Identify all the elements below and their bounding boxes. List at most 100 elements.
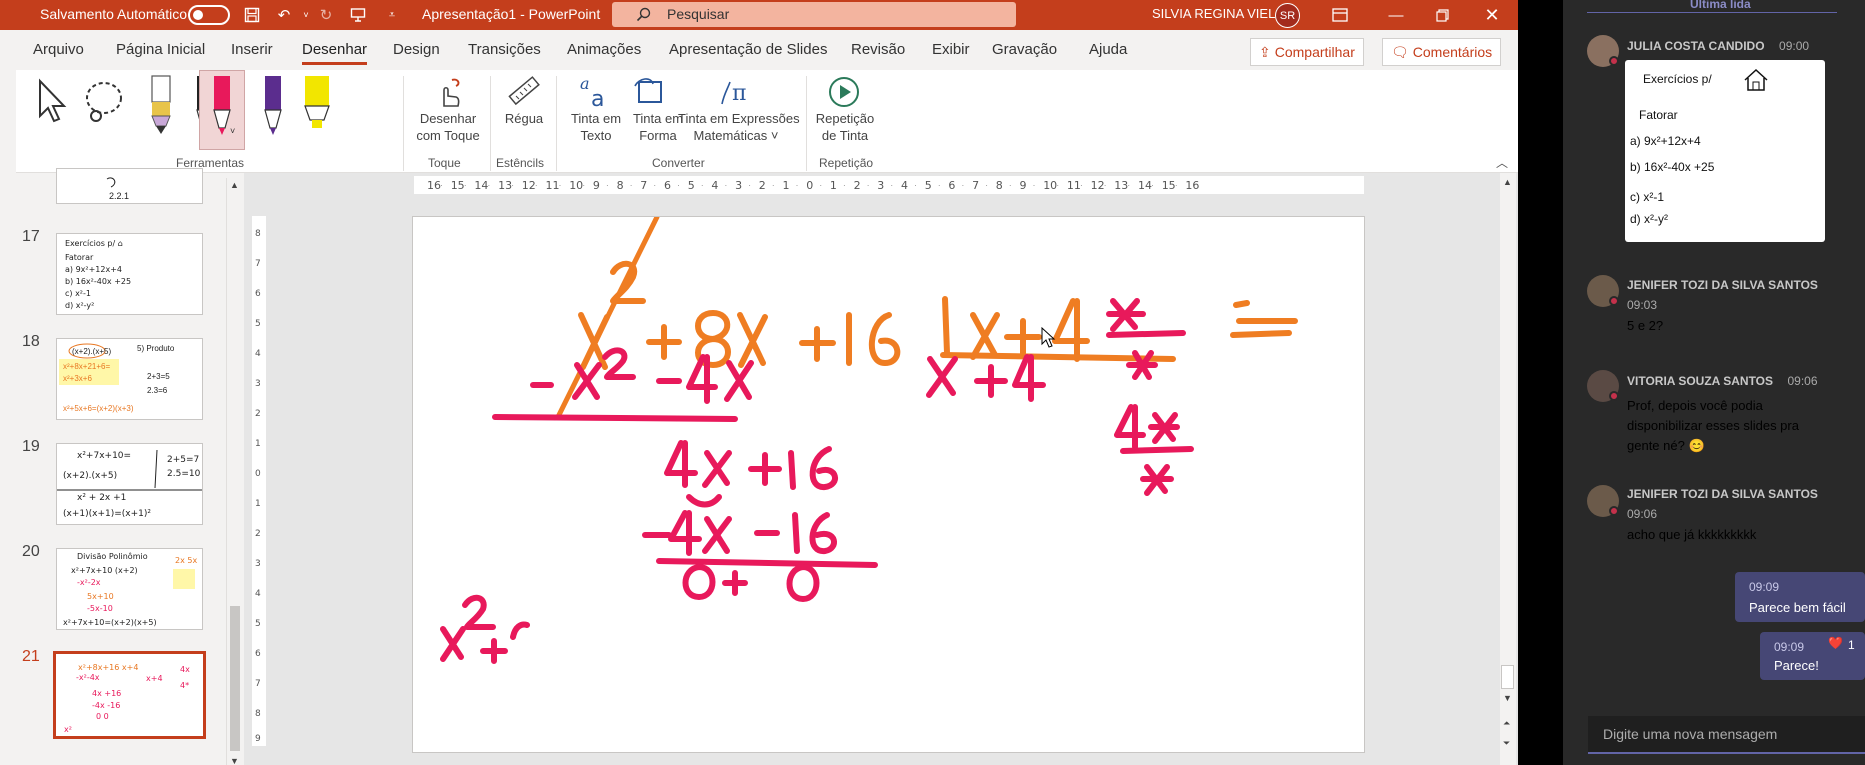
ruler-number: 4: [711, 179, 718, 192]
pencil-tool-icon[interactable]: [142, 74, 180, 136]
message-time: 09:09: [1749, 580, 1780, 594]
purple-pen-icon[interactable]: [254, 74, 292, 136]
tab-gravacao[interactable]: Gravação: [992, 41, 1057, 58]
svg-text:7: 7: [255, 259, 261, 269]
svg-text:d) x²-y²: d) x²-y²: [65, 301, 94, 310]
svg-text:-x²-2x: -x²-2x: [77, 578, 101, 587]
tab-transicoes[interactable]: Transições: [468, 41, 541, 58]
svg-text:5: 5: [255, 619, 261, 629]
ruler-tick: ·: [1033, 180, 1036, 190]
highlighter-icon[interactable]: [298, 74, 336, 136]
own-message-2: 09:09 ❤️ 1 Parece!: [1760, 632, 1865, 680]
ruler-number: 3: [735, 179, 742, 192]
ink-text-line2: Texto: [580, 128, 612, 143]
slide-thumbnail-18[interactable]: (x+2).(x+5) x²+8x+21+6= x²+3x+6 5) Produto 2…: [56, 338, 203, 420]
previous-slide-icon[interactable]: ⏶: [1503, 718, 1510, 729]
redo-icon[interactable]: ↻: [314, 3, 338, 27]
ruler-tick: ·: [630, 180, 633, 190]
tab-exibir[interactable]: Exibir: [932, 41, 970, 58]
present-icon[interactable]: [346, 3, 370, 27]
scroll-down-icon[interactable]: ▼: [230, 756, 239, 765]
ink-math-line1: Tinta em Expressões: [678, 111, 800, 126]
ink-1b: [788, 450, 796, 490]
heart-reaction-icon[interactable]: ❤️: [1828, 636, 1843, 650]
message-text-line: gente né? 😊: [1627, 438, 1705, 453]
slide-thumbnail-19[interactable]: x²+7x+10= (x+2).(x+5) x² + 2x +1 (x+1)(x+1)…: [56, 443, 203, 525]
ink-x-quotient: [926, 356, 958, 398]
scroll-up-icon[interactable]: ▲: [230, 180, 239, 190]
avatar[interactable]: SR: [1275, 3, 1300, 28]
draw-touch-button[interactable]: Desenhar com Toque: [408, 110, 488, 144]
slide-thumbnail-17[interactable]: Exercícios p/ ⌂ Fatorar a) 9x²+12x+4 b) 16x…: [56, 233, 203, 315]
collapse-ribbon-icon[interactable]: ︿: [1496, 154, 1508, 171]
ruler-number: 5: [688, 179, 695, 192]
tab-inserir[interactable]: Inserir: [231, 41, 273, 58]
slide-canvas[interactable]: [412, 214, 1365, 753]
svg-text:a) 9x²+12x+4: a) 9x²+12x+4: [65, 265, 122, 274]
ruler-tick: ·: [1056, 180, 1059, 190]
scroll-down-icon[interactable]: ▼: [1503, 693, 1512, 703]
tab-revisao[interactable]: Revisão: [851, 41, 905, 58]
scroll-up-icon[interactable]: ▲: [1503, 177, 1512, 187]
svg-text:0: 0: [255, 469, 261, 479]
image-line: b) 16x²-40x +25: [1630, 160, 1715, 174]
ink-x6: [702, 450, 732, 488]
tab-ajuda[interactable]: Ajuda: [1089, 41, 1127, 58]
tab-desenhar[interactable]: Desenhar: [302, 41, 368, 65]
ink-strike-line: [555, 214, 660, 420]
ink-6: [869, 312, 901, 366]
slide-thumbnail-21[interactable]: x²+8x+16 x+4 -x²-4x x+4 4x +16 -4x -16 0 0 x² 4…: [53, 651, 206, 739]
ink-plus2: [799, 326, 836, 362]
tab-design[interactable]: Design: [393, 41, 440, 58]
group-estencils: Estêncils: [496, 156, 545, 170]
ruler-button[interactable]: Régua: [498, 110, 550, 127]
scrollbar-thumb[interactable]: [230, 606, 240, 751]
thumbnail-scrollbar[interactable]: ▲ ▼: [226, 178, 242, 765]
restore-icon[interactable]: [1430, 3, 1454, 27]
save-icon[interactable]: [240, 3, 264, 27]
pink-pen-icon[interactable]: [203, 74, 241, 136]
shared-image[interactable]: Exercícios p/ Fatorar a) 9x²+12x+4 b) 16…: [1625, 60, 1825, 242]
tab-arquivo[interactable]: Arquivo: [33, 41, 84, 58]
search-box[interactable]: Pesquisar: [612, 2, 1016, 27]
slide-number: 17: [22, 228, 40, 245]
ink-plus5: [722, 570, 748, 596]
ruler-number: 8: [996, 179, 1003, 192]
undo-icon[interactable]: ↶: [272, 3, 296, 27]
image-line: Exercícios p/: [1643, 72, 1712, 86]
svg-text:8: 8: [255, 709, 261, 719]
lasso-icon[interactable]: [82, 78, 126, 126]
select-arrow-icon[interactable]: [36, 78, 68, 124]
ribbon-display-icon[interactable]: [1328, 3, 1352, 27]
compose-message-input[interactable]: Digite uma nova mensagem: [1588, 716, 1865, 754]
ink-replay-line2: de Tinta: [821, 128, 869, 143]
slide-thumbnail-20[interactable]: Divisão Polinômio x²+7x+10 (x+2) -x²-2x 5x+…: [56, 548, 203, 630]
ruler-tick: ·: [772, 180, 775, 190]
next-slide-icon[interactable]: ⏷: [1503, 738, 1510, 749]
separator: [403, 76, 404, 171]
ruler-number: 5: [925, 179, 932, 192]
tab-apresentacao[interactable]: Apresentação de Slides: [669, 41, 827, 58]
close-icon[interactable]: ✕: [1480, 3, 1504, 27]
ink-to-text-button[interactable]: Tinta em Texto: [564, 110, 628, 144]
svg-text:8: 8: [255, 229, 261, 239]
slide-thumbnail-16[interactable]: 2.2.1: [56, 168, 203, 204]
minimize-icon[interactable]: —: [1384, 3, 1408, 27]
customize-toolbar-icon[interactable]: ⩡: [380, 3, 404, 27]
svg-text:2: 2: [255, 409, 261, 419]
pen-dropdown-icon[interactable]: ˅: [230, 126, 235, 136]
share-button[interactable]: ⇪ Compartilhar: [1250, 38, 1364, 66]
svg-text:x² + 2x +1: x² + 2x +1: [77, 493, 126, 503]
tab-animacoes[interactable]: Animações: [567, 41, 641, 58]
tab-pagina-inicial[interactable]: Página Inicial: [116, 41, 205, 58]
ruler-number: 9: [1020, 179, 1027, 192]
scrollbar-thumb[interactable]: [1501, 665, 1514, 689]
message-text: acho que já kkkkkkkkk: [1627, 527, 1757, 542]
slide-scrollbar[interactable]: ▲ ▼ ⏶ ⏷: [1500, 173, 1516, 765]
ruler-number: 13: [498, 179, 512, 192]
ink-replay-button[interactable]: Repetição de Tinta: [812, 110, 878, 144]
ruler-number: 13: [1114, 179, 1128, 192]
comments-button[interactable]: 🗨 Comentários: [1382, 38, 1502, 66]
autosave-toggle[interactable]: [188, 5, 230, 25]
ink-to-math-button[interactable]: Tinta em Expressões Matemáticas ˅: [678, 110, 800, 144]
